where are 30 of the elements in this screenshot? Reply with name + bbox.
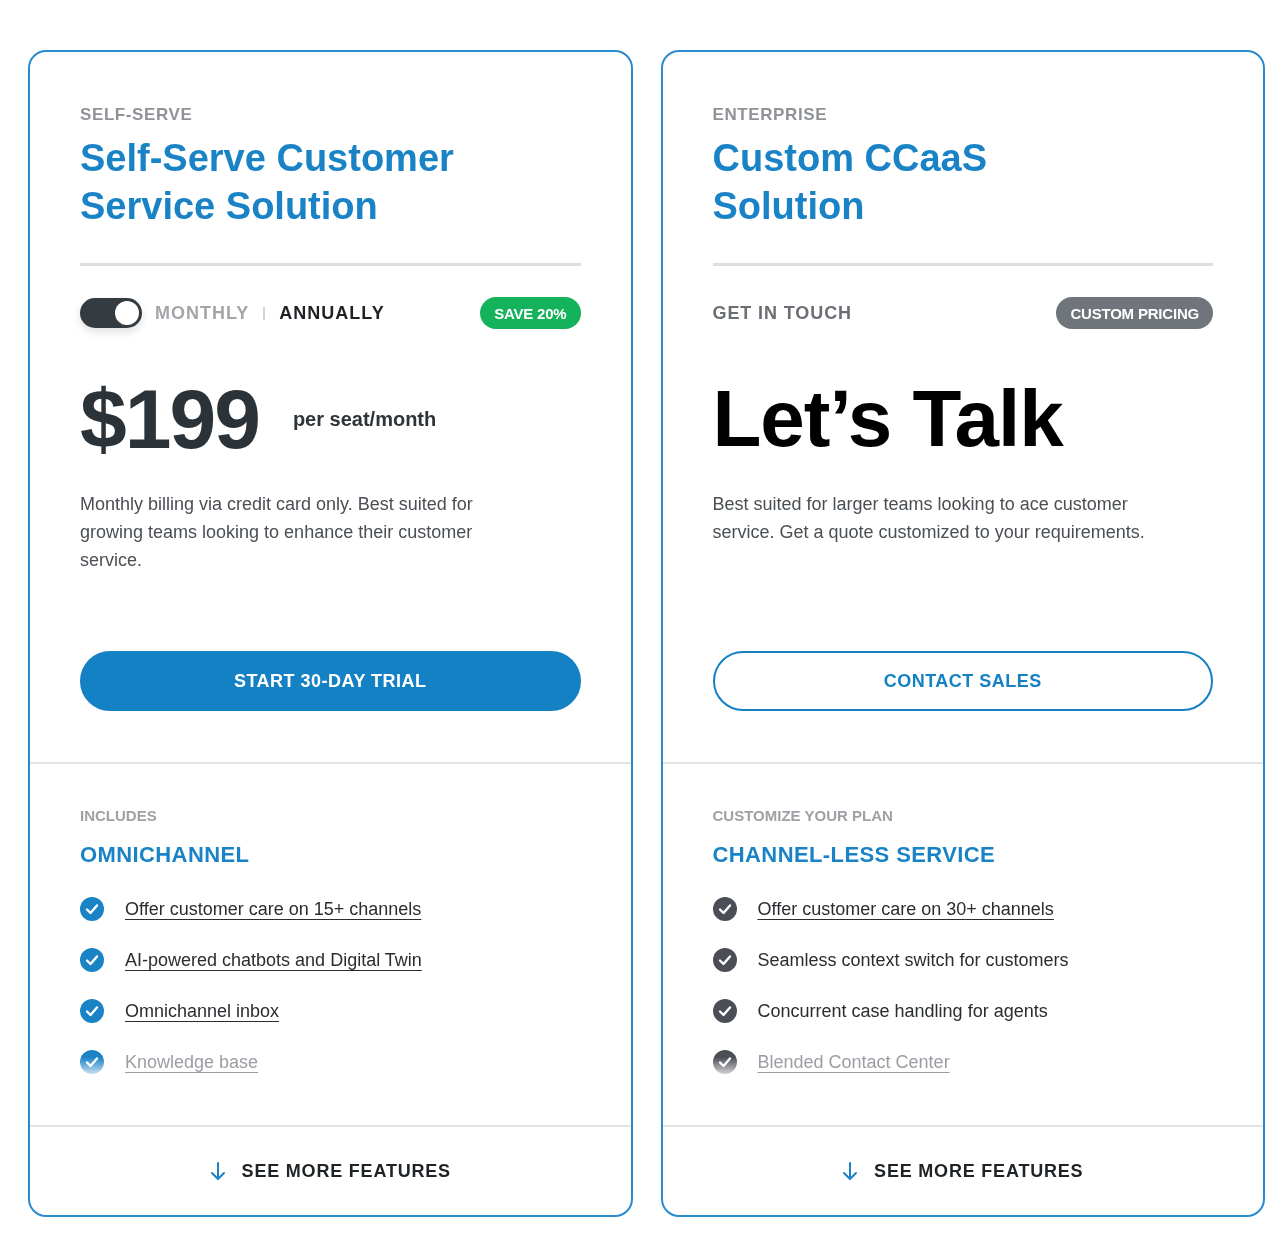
feature-text: Seamless context switch for customers [757, 949, 1069, 972]
feature-text: Concurrent case handling for agents [757, 1000, 1048, 1023]
feature-link[interactable]: Omnichannel inbox [125, 998, 280, 1024]
offer-label: GET IN TOUCH [712, 302, 852, 324]
arrow-down-icon [842, 1161, 859, 1181]
offer-badge: SAVE 20% [480, 297, 581, 329]
price-unit: per seat/month [292, 407, 437, 431]
plan-description: Best suited for larger teams looking to ace customer service. Get a quote customized to your requirements. [712, 493, 1146, 544]
plan-category: SELF-SERVE [80, 105, 193, 125]
see-more-button[interactable]: SEE MORE FEATURES [842, 1156, 1084, 1186]
arrow-down-icon [209, 1161, 226, 1181]
see-more-button[interactable]: SEE MORE FEATURES [209, 1156, 451, 1186]
billing-option[interactable]: ANNUALLY [279, 302, 385, 324]
feature-link[interactable]: Offer customer care on 15+ channels [125, 896, 422, 922]
cta-button[interactable]: START 30-DAY TRIAL [80, 651, 581, 711]
features-heading: OMNICHANNEL [80, 842, 250, 868]
cta-button[interactable]: CONTACT SALES [712, 651, 1213, 711]
features-label: CUSTOMIZE YOUR PLAN [712, 807, 893, 825]
feature-link[interactable]: AI-powered chatbots and Digital Twin [125, 947, 422, 973]
feature-link[interactable]: Offer customer care on 30+ channels [757, 896, 1054, 922]
features-heading: CHANNEL-LESS SERVICE [712, 842, 996, 868]
plan-description: Monthly billing via credit card only. Best suited for growing teams looking to enhance their customer service. [80, 493, 474, 572]
offer-badge: CUSTOM PRICING [1056, 297, 1213, 329]
plan-title: Self-Serve Customer Service Solution [80, 136, 455, 229]
billing-toggle[interactable] [80, 298, 142, 328]
features-label: INCLUDES [80, 807, 157, 825]
plan-category: ENTERPRISE [712, 105, 828, 125]
plan-title: Custom CCaaS Solution [712, 136, 988, 229]
price-amount: $199 [80, 373, 259, 465]
price-headline: Let’s Talk [712, 373, 1063, 465]
